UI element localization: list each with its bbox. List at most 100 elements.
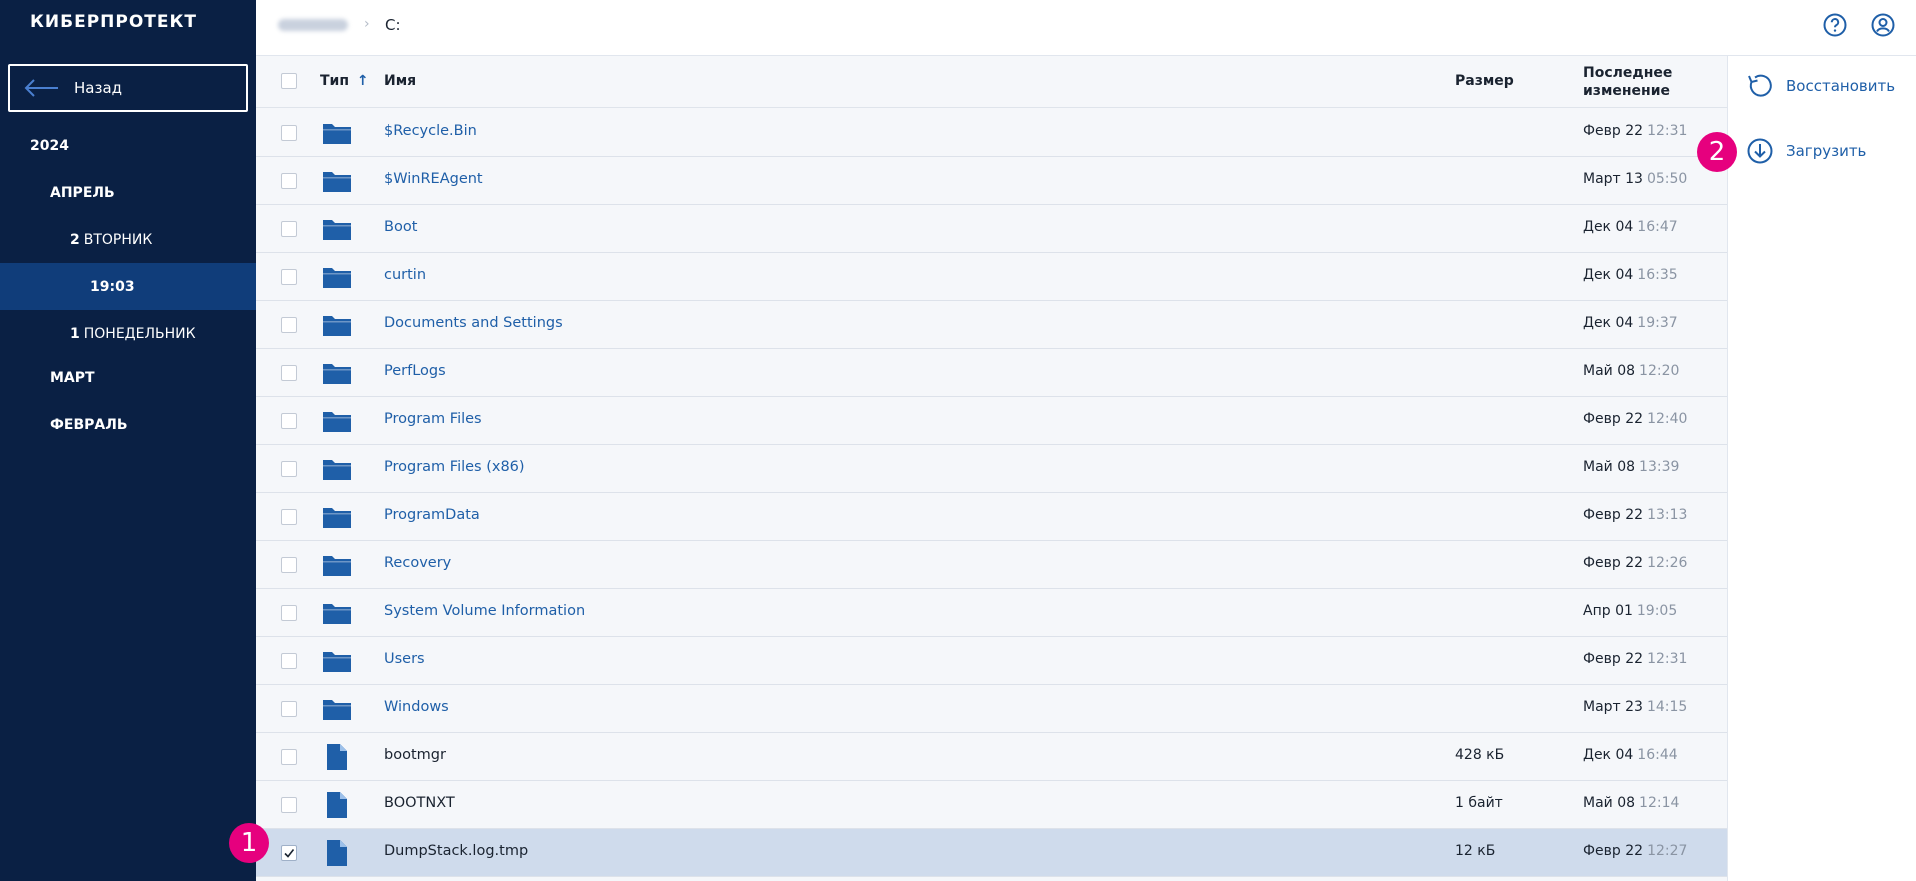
table-row[interactable]: Program Files (x86) Май 08 13:39: [256, 445, 1727, 493]
check-icon: [284, 849, 295, 858]
row-checkbox[interactable]: [281, 461, 297, 477]
row-name[interactable]: Windows: [384, 699, 449, 715]
row-time: 19:05: [1636, 603, 1678, 619]
tree-month-label: АПРЕЛЬ: [50, 184, 115, 201]
row-modified: Март 13 05:50: [1583, 171, 1687, 187]
select-all-checkbox[interactable]: [281, 73, 297, 89]
row-date: Апр 01: [1583, 603, 1633, 619]
table-row[interactable]: DumpStack.log.tmp 12 кБ Февр 22 12:27: [256, 829, 1727, 877]
row-time: 19:37: [1637, 315, 1678, 331]
row-name[interactable]: $Recycle.Bin: [384, 123, 477, 139]
folder-icon: [322, 169, 352, 197]
table-row[interactable]: Program Files Февр 22 12:40: [256, 397, 1727, 445]
row-checkbox[interactable]: [281, 797, 297, 813]
row-date: Февр 22: [1583, 507, 1644, 523]
table-row[interactable]: BOOTNXT 1 байт Май 08 12:14: [256, 781, 1727, 829]
step-marker-2: 2: [1697, 132, 1737, 172]
tree-day-tuesday[interactable]: 2 ВТОРНИК: [0, 216, 256, 263]
tree-year-2024[interactable]: 2024: [0, 122, 256, 169]
row-date: Дек 04: [1583, 315, 1634, 331]
row-checkbox[interactable]: [281, 125, 297, 141]
row-modified: Февр 22 13:13: [1583, 507, 1687, 523]
user-circle-icon[interactable]: [1870, 12, 1896, 38]
tree-day-label: ПОНЕДЕЛЬНИК: [83, 325, 196, 342]
table-row[interactable]: Windows Март 23 14:15: [256, 685, 1727, 733]
row-date: Май 08: [1583, 363, 1636, 379]
back-button[interactable]: Назад: [8, 64, 248, 112]
row-modified: Дек 04 16:44: [1583, 747, 1678, 763]
column-size[interactable]: Размер: [1455, 73, 1514, 89]
row-name[interactable]: ProgramData: [384, 507, 480, 523]
row-checkbox[interactable]: [281, 557, 297, 573]
row-checkbox[interactable]: [281, 221, 297, 237]
row-checkbox[interactable]: [281, 749, 297, 765]
table-row[interactable]: bootmgr 428 кБ Дек 04 16:44: [256, 733, 1727, 781]
table-row[interactable]: $Recycle.Bin Февр 22 12:31: [256, 109, 1727, 157]
row-name[interactable]: BOOTNXT: [384, 795, 455, 811]
tree-time-selected[interactable]: 19:03: [0, 263, 256, 310]
tree-month-february[interactable]: ФЕВРАЛЬ: [0, 401, 256, 448]
table-row[interactable]: $WinREAgent Март 13 05:50: [256, 157, 1727, 205]
tree-day-number: 2: [70, 231, 80, 248]
row-modified: Дек 04 16:47: [1583, 219, 1678, 235]
row-checkbox[interactable]: [281, 701, 297, 717]
row-date: Май 08: [1583, 795, 1636, 811]
row-time: 13:13: [1647, 507, 1688, 523]
row-checkbox[interactable]: [281, 653, 297, 669]
table-row[interactable]: Documents and Settings Дек 04 19:37: [256, 301, 1727, 349]
row-modified: Май 08 12:20: [1583, 363, 1679, 379]
folder-icon: [322, 313, 352, 341]
folder-icon: [322, 697, 352, 725]
row-date: Март 23: [1583, 699, 1643, 715]
row-modified: Апр 01 19:05: [1583, 603, 1677, 619]
help-circle-icon[interactable]: [1822, 12, 1848, 38]
row-checkbox[interactable]: [281, 173, 297, 189]
row-name[interactable]: Boot: [384, 219, 417, 235]
table-row[interactable]: ProgramData Февр 22 13:13: [256, 493, 1727, 541]
row-name[interactable]: curtin: [384, 267, 426, 283]
step-marker-1: 1: [229, 823, 269, 863]
row-checkbox[interactable]: [281, 269, 297, 285]
row-checkbox[interactable]: [281, 317, 297, 333]
row-checkbox[interactable]: [281, 845, 297, 861]
column-modified-line1: Последнее: [1583, 65, 1673, 81]
tree-month-april[interactable]: АПРЕЛЬ: [0, 169, 256, 216]
row-checkbox[interactable]: [281, 365, 297, 381]
tree-month-march[interactable]: МАРТ: [0, 354, 256, 401]
row-name[interactable]: PerfLogs: [384, 363, 446, 379]
row-name[interactable]: Program Files: [384, 411, 482, 427]
row-modified: Март 23 14:15: [1583, 699, 1687, 715]
row-date: Март 13: [1583, 171, 1643, 187]
restore-button[interactable]: Восстановить: [1746, 72, 1895, 100]
column-type[interactable]: Тип ↑: [320, 73, 369, 89]
table-row[interactable]: curtin Дек 04 16:35: [256, 253, 1727, 301]
column-name[interactable]: Имя: [384, 73, 416, 89]
table-row[interactable]: PerfLogs Май 08 12:20: [256, 349, 1727, 397]
row-date: Февр 22: [1583, 843, 1644, 859]
row-checkbox[interactable]: [281, 413, 297, 429]
row-checkbox[interactable]: [281, 509, 297, 525]
row-time: 12:31: [1647, 123, 1688, 139]
row-checkbox[interactable]: [281, 605, 297, 621]
tree-day-monday[interactable]: 1 ПОНЕДЕЛЬНИК: [0, 310, 256, 357]
row-name[interactable]: DumpStack.log.tmp: [384, 843, 528, 859]
row-name[interactable]: Program Files (x86): [384, 459, 525, 475]
download-icon: [1747, 138, 1773, 164]
breadcrumb-machine-blurred[interactable]: [278, 19, 348, 31]
table-row[interactable]: Boot Дек 04 16:47: [256, 205, 1727, 253]
column-modified[interactable]: Последнее изменение: [1583, 64, 1672, 100]
sort-arrow-up-icon: ↑: [356, 73, 369, 89]
row-name[interactable]: bootmgr: [384, 747, 446, 763]
folder-icon: [322, 649, 352, 677]
tree-month-label: МАРТ: [50, 369, 95, 386]
row-name[interactable]: $WinREAgent: [384, 171, 483, 187]
table-row[interactable]: Users Февр 22 12:31: [256, 637, 1727, 685]
row-name[interactable]: Documents and Settings: [384, 315, 563, 331]
row-name[interactable]: System Volume Information: [384, 603, 585, 619]
table-row[interactable]: System Volume Information Апр 01 19:05: [256, 589, 1727, 637]
row-name[interactable]: Users: [384, 651, 425, 667]
table-row[interactable]: Recovery Февр 22 12:26: [256, 541, 1727, 589]
row-name[interactable]: Recovery: [384, 555, 451, 571]
download-button[interactable]: Загрузить: [1746, 137, 1866, 165]
row-modified: Февр 22 12:31: [1583, 651, 1687, 667]
